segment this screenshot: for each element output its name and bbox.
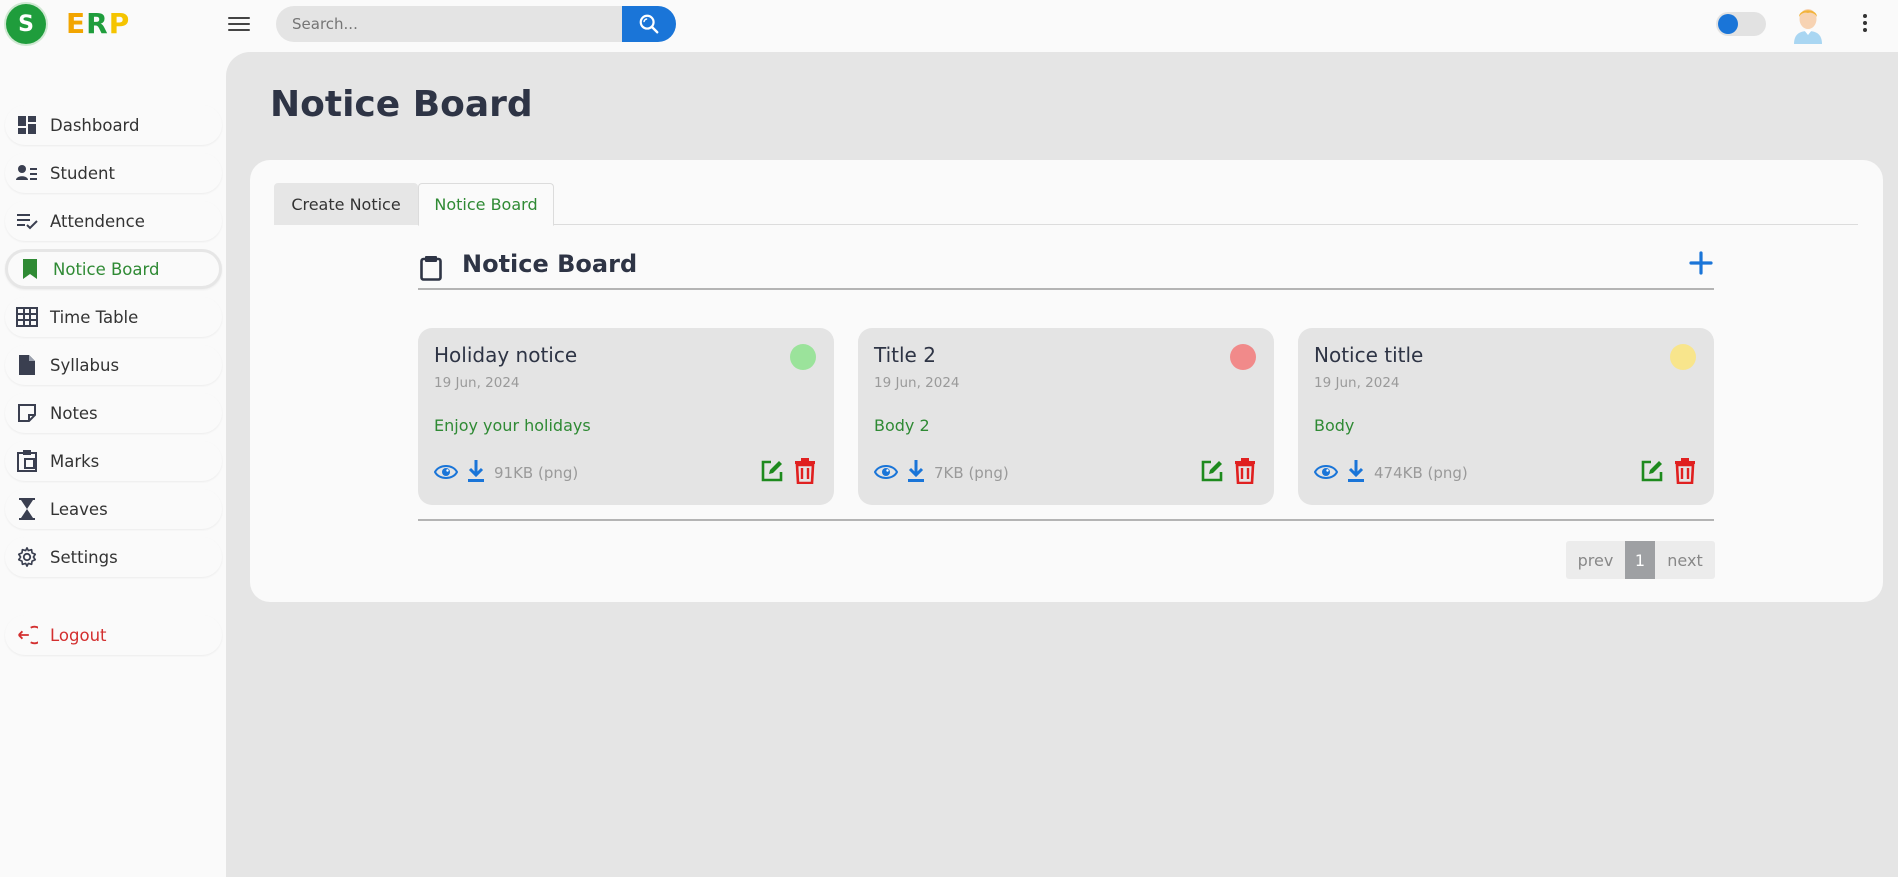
sidebar-item-notes[interactable]: Notes xyxy=(5,393,222,433)
notice-color-dot xyxy=(1230,344,1256,370)
edit-icon[interactable] xyxy=(1200,459,1224,483)
search-icon xyxy=(639,14,659,34)
more-options-icon[interactable] xyxy=(1860,12,1870,36)
student-icon xyxy=(16,162,38,184)
notice-body: Body xyxy=(1314,416,1355,435)
notice-color-dot xyxy=(790,344,816,370)
tab-notice-board[interactable]: Notice Board xyxy=(418,183,554,226)
sidebar-item-syllabus[interactable]: Syllabus xyxy=(5,345,222,385)
sidebar-item-marks[interactable]: Marks xyxy=(5,441,222,481)
sticky-note-icon xyxy=(16,402,38,424)
add-notice-button[interactable] xyxy=(1688,250,1714,276)
notice-color-dot xyxy=(1670,344,1696,370)
notice-title: Notice title xyxy=(1314,343,1424,367)
current-page-button[interactable]: 1 xyxy=(1625,541,1655,579)
notice-title: Title 2 xyxy=(874,343,936,367)
notice-board-title: Notice Board xyxy=(462,250,638,278)
attachment-size: 474KB (png) xyxy=(1374,464,1468,482)
sidebar-item-label: Time Table xyxy=(50,307,139,327)
notice-date: 19 Jun, 2024 xyxy=(1314,375,1400,391)
bookmark-icon xyxy=(19,258,41,280)
sidebar-item-label: Syllabus xyxy=(50,355,120,375)
sidebar: Dashboard Student Attendence Notice Boar… xyxy=(0,52,226,877)
delete-icon[interactable] xyxy=(1234,458,1256,484)
pagination: prev 1 next xyxy=(1566,541,1715,579)
sidebar-item-dashboard[interactable]: Dashboard xyxy=(5,105,222,145)
sidebar-item-logout[interactable]: Logout xyxy=(5,615,222,655)
notice-card: Title 2 19 Jun, 2024 Body 2 7KB (png) xyxy=(858,328,1274,505)
clipboard-icon xyxy=(420,256,442,281)
page-title: Notice Board xyxy=(270,84,533,125)
download-icon[interactable] xyxy=(466,458,486,484)
logout-icon xyxy=(16,624,38,646)
logo-letter-r: R xyxy=(86,7,109,40)
logo-text: ERP xyxy=(66,7,130,40)
sidebar-item-label: Marks xyxy=(50,451,100,471)
notice-date: 19 Jun, 2024 xyxy=(434,375,520,391)
notice-card: Notice title 19 Jun, 2024 Body 474KB (pn… xyxy=(1298,328,1714,505)
sidebar-item-notice-board[interactable]: Notice Board xyxy=(5,249,222,289)
gear-icon xyxy=(16,546,38,568)
checklist-icon xyxy=(16,210,38,232)
logo-badge: S xyxy=(6,4,46,44)
notice-body: Enjoy your holidays xyxy=(434,416,591,435)
notice-card: Holiday notice 19 Jun, 2024 Enjoy your h… xyxy=(418,328,834,505)
notice-body: Body 2 xyxy=(874,416,930,435)
table-icon xyxy=(16,306,38,328)
notice-board-header: Notice Board xyxy=(418,240,1714,290)
eye-icon[interactable] xyxy=(1314,462,1338,482)
edit-icon[interactable] xyxy=(1640,459,1664,483)
download-icon[interactable] xyxy=(1346,458,1366,484)
sidebar-item-time-table[interactable]: Time Table xyxy=(5,297,222,337)
sidebar-item-label: Notice Board xyxy=(53,259,160,279)
menu-icon[interactable] xyxy=(228,13,250,35)
notice-title: Holiday notice xyxy=(434,343,578,367)
theme-toggle[interactable] xyxy=(1716,12,1766,36)
tab-bar: Create Notice Notice Board xyxy=(274,183,1858,226)
sidebar-item-attendence[interactable]: Attendence xyxy=(5,201,222,241)
clipboard-icon xyxy=(16,450,38,472)
edit-icon[interactable] xyxy=(760,459,784,483)
file-icon xyxy=(16,354,38,376)
logo-letter-e: E xyxy=(66,7,87,40)
sidebar-item-label: Dashboard xyxy=(50,115,140,135)
search-input[interactable] xyxy=(276,6,622,42)
sidebar-item-label: Student xyxy=(50,163,115,183)
sidebar-item-label: Attendence xyxy=(50,211,145,231)
eye-icon[interactable] xyxy=(874,462,898,482)
sidebar-item-label: Leaves xyxy=(50,499,108,519)
search-button[interactable] xyxy=(622,6,676,42)
logo-letter-p: P xyxy=(108,7,131,40)
prev-page-button[interactable]: prev xyxy=(1566,541,1625,579)
sidebar-item-student[interactable]: Student xyxy=(5,153,222,193)
delete-icon[interactable] xyxy=(794,458,816,484)
download-icon[interactable] xyxy=(906,458,926,484)
sidebar-item-label: Settings xyxy=(50,547,118,567)
notice-date: 19 Jun, 2024 xyxy=(874,375,960,391)
content-card: Create Notice Notice Board Notice Board … xyxy=(250,160,1883,602)
attachment-size: 7KB (png) xyxy=(934,464,1009,482)
sidebar-item-label: Logout xyxy=(50,625,107,645)
sidebar-item-settings[interactable]: Settings xyxy=(5,537,222,577)
eye-icon[interactable] xyxy=(434,462,458,482)
search-bar xyxy=(276,6,676,42)
next-page-button[interactable]: next xyxy=(1655,541,1715,579)
main-content: Notice Board Create Notice Notice Board … xyxy=(226,52,1898,877)
hourglass-icon xyxy=(16,498,38,520)
user-avatar[interactable] xyxy=(1790,4,1826,44)
divider xyxy=(418,519,1714,521)
attachment-size: 91KB (png) xyxy=(494,464,579,482)
dashboard-icon xyxy=(16,114,38,136)
sidebar-item-leaves[interactable]: Leaves xyxy=(5,489,222,529)
delete-icon[interactable] xyxy=(1674,458,1696,484)
top-bar: S ERP xyxy=(0,0,1898,52)
tab-create-notice[interactable]: Create Notice xyxy=(274,183,418,225)
sidebar-item-label: Notes xyxy=(50,403,98,423)
